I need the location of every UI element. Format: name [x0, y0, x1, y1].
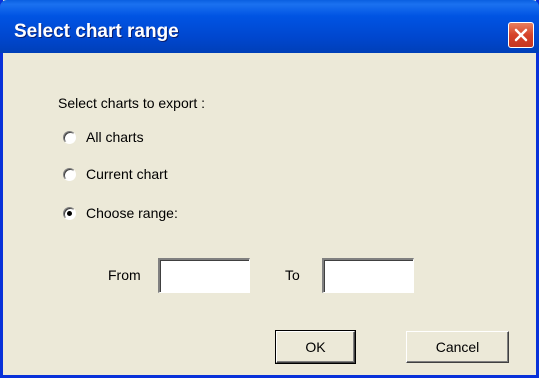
radio-selected-dot — [67, 211, 72, 216]
title-bar[interactable]: Select chart range — [0, 0, 539, 53]
close-button[interactable] — [508, 22, 534, 48]
close-icon — [514, 28, 528, 42]
radio-choose-range[interactable] — [63, 207, 76, 220]
dialog-title: Select chart range — [14, 21, 179, 42]
section-label: Select charts to export : — [58, 95, 206, 111]
radio-all-charts-label[interactable]: All charts — [86, 129, 144, 145]
to-label: To — [285, 267, 300, 283]
radio-current-chart-label[interactable]: Current chart — [86, 166, 168, 182]
from-input[interactable] — [158, 258, 250, 293]
radio-choose-range-label[interactable]: Choose range: — [86, 205, 178, 221]
to-input[interactable] — [322, 258, 414, 293]
radio-all-charts[interactable] — [63, 131, 76, 144]
dialog-window: Select chart range Select charts to expo… — [0, 0, 539, 378]
ok-button[interactable]: OK — [275, 330, 356, 364]
radio-current-chart[interactable] — [63, 168, 76, 181]
from-label: From — [108, 267, 141, 283]
cancel-button[interactable]: Cancel — [406, 331, 509, 363]
